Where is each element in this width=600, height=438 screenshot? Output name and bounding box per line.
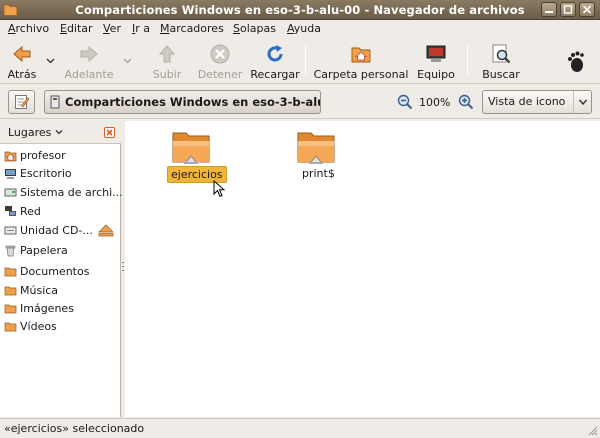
title-bar[interactable]: Comparticiones Windows en eso-3-b-alu-00…	[0, 0, 600, 20]
sidebar-item-sistema-de-archivos[interactable]: Sistema de archi...	[0, 184, 123, 202]
maximize-button[interactable]	[560, 2, 576, 17]
sidebar-item-imagenes[interactable]: Imágenes	[0, 300, 121, 318]
sidebar-item-papelera[interactable]: Papelera	[0, 242, 121, 260]
menu-marcadores[interactable]: Marcadores	[160, 22, 224, 35]
stop-button[interactable]: Detener	[196, 40, 244, 82]
forward-button[interactable]: Adelante	[62, 40, 116, 82]
forward-history-dropdown-icon[interactable]	[123, 56, 132, 65]
computer-button[interactable]: Equipo	[416, 40, 456, 82]
location-bar: Comparticiones Windows en eso-3-b-alu-00…	[0, 85, 600, 119]
chevron-down-icon	[55, 130, 63, 135]
minimize-button[interactable]	[541, 2, 557, 17]
home-folder-button[interactable]: Carpeta personal	[313, 40, 409, 82]
menu-ayuda[interactable]: Ayuda	[287, 22, 321, 35]
home-icon	[4, 151, 17, 162]
folder-icon	[4, 322, 17, 332]
sidebar-item-unidad-cd[interactable]: Unidad CD-...	[0, 222, 121, 240]
sidebar-type-select[interactable]: Lugares	[8, 126, 63, 139]
folder-icon	[4, 304, 17, 314]
sidebar-item-videos[interactable]: Vídeos	[0, 318, 121, 336]
forward-arrow-icon	[80, 45, 98, 63]
sidebar-item-profesor[interactable]: profesor	[0, 147, 121, 165]
resize-grip-icon[interactable]	[586, 424, 598, 436]
search-button[interactable]: Buscar	[478, 40, 524, 82]
toggle-location-entry-button[interactable]	[8, 90, 35, 114]
trash-icon	[5, 245, 16, 257]
toolbar-separator	[467, 44, 468, 76]
status-bar: «ejercicios» seleccionado	[0, 418, 600, 438]
sidebar-item-musica[interactable]: Música	[0, 282, 121, 300]
zoom-in-icon[interactable]	[458, 94, 474, 110]
chevron-down-icon	[573, 91, 591, 113]
path-bar-button[interactable]: Comparticiones Windows en eso-3-b-alu-00	[44, 90, 321, 114]
shared-folder-icon	[172, 132, 210, 164]
view-mode-value: Vista de icono	[488, 95, 566, 108]
path-bar-label: Comparticiones Windows en eso-3-b-alu-00	[65, 95, 321, 109]
close-sidebar-icon[interactable]	[104, 127, 115, 138]
view-mode-select[interactable]: Vista de icono	[482, 90, 592, 114]
zoom-out-icon[interactable]	[397, 94, 413, 110]
menu-archivo[interactable]: Archivo	[8, 22, 49, 35]
maximize-icon	[563, 5, 573, 14]
sidebar-item-documentos[interactable]: Documentos	[0, 263, 121, 281]
menu-solapas[interactable]: Solapas	[233, 22, 276, 35]
icon-view[interactable]: ejercicios print$	[125, 121, 600, 417]
back-arrow-icon	[13, 45, 31, 63]
home-folder-icon	[351, 47, 371, 63]
status-text: «ejercicios» seleccionado	[4, 422, 145, 435]
edit-location-icon	[15, 95, 30, 109]
reload-icon	[267, 45, 283, 62]
filesystem-icon	[4, 188, 17, 197]
menu-bar: Archivo Editar Ver Ir a Marcadores Solap…	[0, 20, 600, 37]
menu-ir-a[interactable]: Ir a	[132, 22, 150, 35]
sidebar: Lugares profesor Escritorio Sistema de a…	[0, 121, 123, 417]
reload-button[interactable]: Recargar	[250, 40, 300, 82]
mouse-pointer-icon	[213, 180, 225, 198]
folder-icon	[4, 286, 17, 296]
zoom-level[interactable]: 100%	[419, 96, 450, 109]
window-title: Comparticiones Windows en eso-3-b-alu-00…	[75, 3, 525, 17]
close-icon	[582, 5, 592, 14]
search-icon	[492, 44, 511, 64]
cdrom-icon	[4, 226, 17, 235]
back-button[interactable]: Atrás	[4, 40, 40, 82]
up-button[interactable]: Subir	[147, 40, 187, 82]
toolbar: Atrás Adelante Subir Detener Recargar Ca…	[0, 38, 600, 84]
toolbar-separator	[305, 44, 306, 76]
sidebar-header: Lugares	[0, 121, 121, 144]
back-history-dropdown-icon[interactable]	[46, 56, 55, 65]
sidebar-item-escritorio[interactable]: Escritorio	[0, 165, 121, 183]
gnome-foot-icon	[568, 51, 584, 72]
sidebar-item-red[interactable]: Red	[0, 203, 121, 221]
network-icon	[5, 206, 16, 216]
menu-editar[interactable]: Editar	[60, 22, 93, 35]
desktop-icon	[5, 169, 16, 179]
minimize-icon	[545, 11, 553, 13]
eject-icon[interactable]	[98, 224, 114, 237]
file-label: print$	[302, 167, 335, 180]
shared-folder-icon	[297, 132, 335, 164]
menu-ver[interactable]: Ver	[103, 22, 121, 35]
up-arrow-icon	[158, 45, 176, 63]
stop-icon	[210, 44, 230, 64]
folder-icon	[4, 267, 17, 277]
computer-icon	[426, 45, 446, 62]
network-share-icon	[50, 95, 60, 109]
close-button[interactable]	[579, 2, 595, 17]
